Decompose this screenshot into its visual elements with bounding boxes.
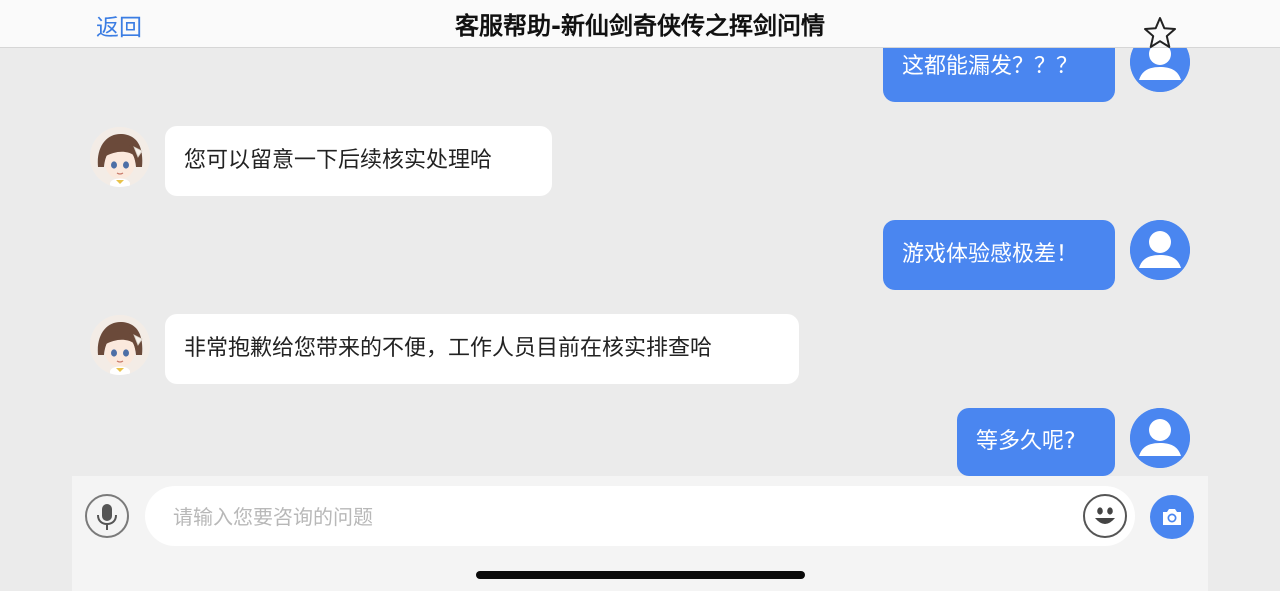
message-text: 非常抱歉给您带来的不便，工作人员目前在核实排查哈	[184, 336, 713, 361]
voice-input-button[interactable]	[85, 494, 129, 538]
message-text: 您可以留意一下后续核实处理哈	[184, 148, 493, 173]
message-input[interactable]	[171, 486, 1075, 548]
anime-girl-avatar-icon	[90, 127, 150, 187]
message-text: 游戏体验感极差！	[902, 242, 1079, 267]
camera-button[interactable]	[1150, 495, 1194, 539]
message-list[interactable]: 这都能漏发？？？ 您可以留意一下后续核实处理哈 游戏体验感极差！ 非常抱歉给您带…	[0, 0, 1280, 476]
agent-message-bubble: 非常抱歉给您带来的不便，工作人员目前在核实排查哈	[165, 314, 799, 384]
agent-message-bubble: 您可以留意一下后续核实处理哈	[165, 126, 552, 196]
agent-avatar[interactable]	[90, 315, 150, 375]
user-silhouette-icon	[1130, 408, 1190, 468]
camera-icon	[1163, 509, 1181, 525]
user-avatar[interactable]	[1130, 408, 1190, 468]
user-avatar[interactable]	[1130, 220, 1190, 280]
smiley-face-icon	[1095, 507, 1115, 524]
message-text: 等多久呢?	[976, 429, 1076, 454]
message-text: 这都能漏发？？？	[902, 53, 1079, 79]
user-silhouette-icon	[1130, 220, 1190, 280]
microphone-icon	[97, 504, 117, 530]
star-outline-icon[interactable]	[1143, 16, 1177, 50]
nav-header: 返回 客服帮助-新仙剑奇侠传之挥剑问情	[0, 0, 1280, 48]
page-title: 客服帮助-新仙剑奇侠传之挥剑问情	[455, 12, 825, 40]
emoji-button[interactable]	[1083, 494, 1127, 538]
user-message-bubble: 等多久呢?	[957, 408, 1115, 476]
agent-avatar[interactable]	[90, 127, 150, 187]
message-text-field[interactable]	[145, 486, 1135, 548]
anime-girl-avatar-icon	[90, 315, 150, 375]
user-message-bubble: 游戏体验感极差！	[883, 220, 1115, 290]
home-indicator[interactable]	[476, 571, 805, 579]
chat-screen: 这都能漏发？？？ 您可以留意一下后续核实处理哈 游戏体验感极差！ 非常抱歉给您带…	[0, 0, 1280, 591]
